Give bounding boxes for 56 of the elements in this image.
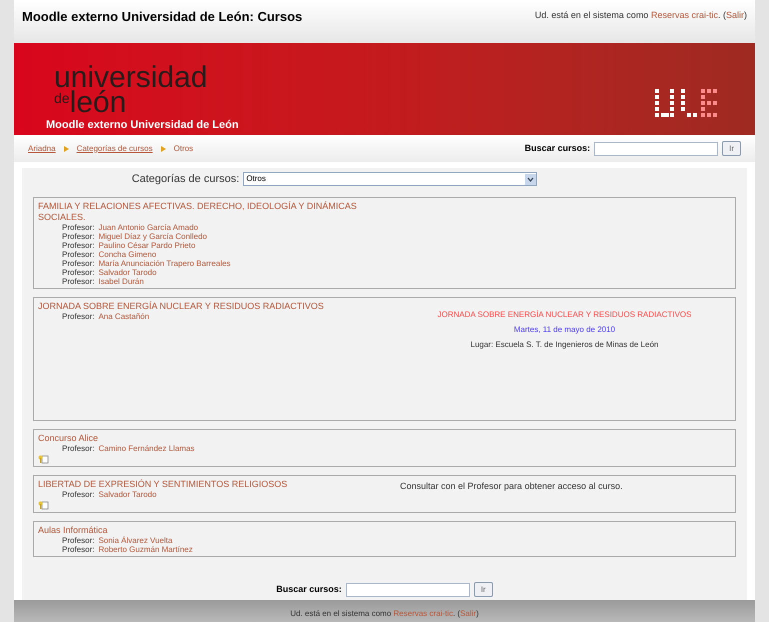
dropdown-icon: [525, 174, 536, 184]
summary-text: Martes, 11 de mayo de 2010: [514, 324, 616, 336]
search-label: Buscar cursos:: [524, 142, 590, 155]
course-link[interactable]: JORNADA SOBRE ENERGÍA NUCLEAR Y RESIDUOS RADIACTIVOS: [38, 301, 368, 312]
teacher-label: Profesor:: [62, 250, 94, 259]
teacher-link[interactable]: Juan Antonio García Amado: [98, 223, 198, 232]
breadcrumb-link[interactable]: Ariadna: [28, 142, 56, 154]
go-button[interactable]: Ir: [722, 141, 741, 156]
teacher-label: Profesor:: [62, 490, 94, 499]
course-link[interactable]: LIBERTAD DE EXPRESIÓN Y SENTIMIENTOS RELIGIOSOS: [38, 479, 368, 490]
search-field[interactable]: [594, 142, 718, 156]
banner-subtitle: Moodle externo Universidad de León: [46, 118, 239, 132]
breadcrumb-current: Otros: [174, 142, 194, 154]
logo-text: de: [54, 90, 70, 104]
teacher-label: Profesor:: [62, 312, 94, 321]
search-label: Buscar cursos:: [276, 582, 342, 596]
teacher-label: Profesor:: [62, 444, 94, 453]
summary-text: JORNADA SOBRE ENERGÍA NUCLEAR Y RESIDUOS RADIACTIVOS: [438, 309, 692, 321]
teacher-link[interactable]: María Anunciación Trapero Barreales: [98, 259, 231, 268]
summary-text: Consultar con el Profesor para obtener acceso al curso.: [400, 480, 623, 493]
search-field[interactable]: [346, 582, 470, 596]
teacher-label: Profesor:: [62, 259, 94, 268]
triangle-icon: [64, 146, 69, 152]
breadcrumb-link[interactable]: Categorías de cursos: [76, 142, 153, 154]
teacher-link[interactable]: Salvador Tarodo: [98, 268, 157, 277]
course-link[interactable]: Concurso Alice: [38, 433, 368, 444]
course-link[interactable]: FAMILIA Y RELACIONES AFECTIVAS. DERECHO, IDEOLOGÍA Y DINÁMICAS SOCIALES.: [38, 201, 368, 223]
user-link[interactable]: Reservas crai-tic: [650, 10, 718, 20]
teacher-link[interactable]: Camino Fernández Llamas: [98, 444, 195, 453]
go-button[interactable]: Ir: [474, 582, 493, 597]
teacher-link[interactable]: Paulino César Pardo Prieto: [98, 241, 196, 250]
triangle-icon: [160, 146, 166, 152]
teacher-link[interactable]: Miguel Díaz y García Conlledo: [98, 232, 207, 241]
teacher-link[interactable]: Roberto Guzmán Martínez: [98, 545, 193, 554]
teacher-link[interactable]: Concha Gimeno: [98, 250, 156, 259]
summary-text: Lugar: Escuela S. T. de Ingenieros de Minas de León: [470, 339, 658, 351]
teacher-label: Profesor:: [62, 536, 94, 545]
category-select[interactable]: Otros: [243, 172, 538, 186]
teacher-label: Profesor:: [62, 277, 94, 286]
teacher-link[interactable]: Isabel Durán: [98, 277, 144, 286]
teacher-label: Profesor:: [62, 223, 94, 232]
logo-text: universidad: [53, 64, 208, 90]
teacher-label: Profesor:: [62, 545, 94, 554]
teacher-link[interactable]: Salvador Tarodo: [98, 490, 157, 499]
course-link[interactable]: Aulas Informática: [38, 525, 368, 536]
logout-link[interactable]: Salir: [726, 10, 744, 20]
teacher-link[interactable]: Ana Castañón: [98, 312, 150, 321]
login-info: Ud. está en el sistema como Reservas crai-tic. (Salir): [534, 9, 747, 22]
teacher-label: Profesor:: [62, 232, 94, 241]
category-label: Categorías de cursos:: [132, 172, 240, 187]
teacher-label: Profesor:: [62, 268, 94, 277]
logo-text: león: [70, 90, 126, 114]
login-info: Ud. está en el sistema como Reservas crai-tic. (Salir): [290, 608, 479, 620]
teacher-label: Profesor:: [62, 241, 94, 250]
page-title: Moodle externo Universidad de León: Cursos: [22, 8, 302, 26]
teacher-link[interactable]: Sonia Álvarez Vuelta: [98, 536, 172, 545]
